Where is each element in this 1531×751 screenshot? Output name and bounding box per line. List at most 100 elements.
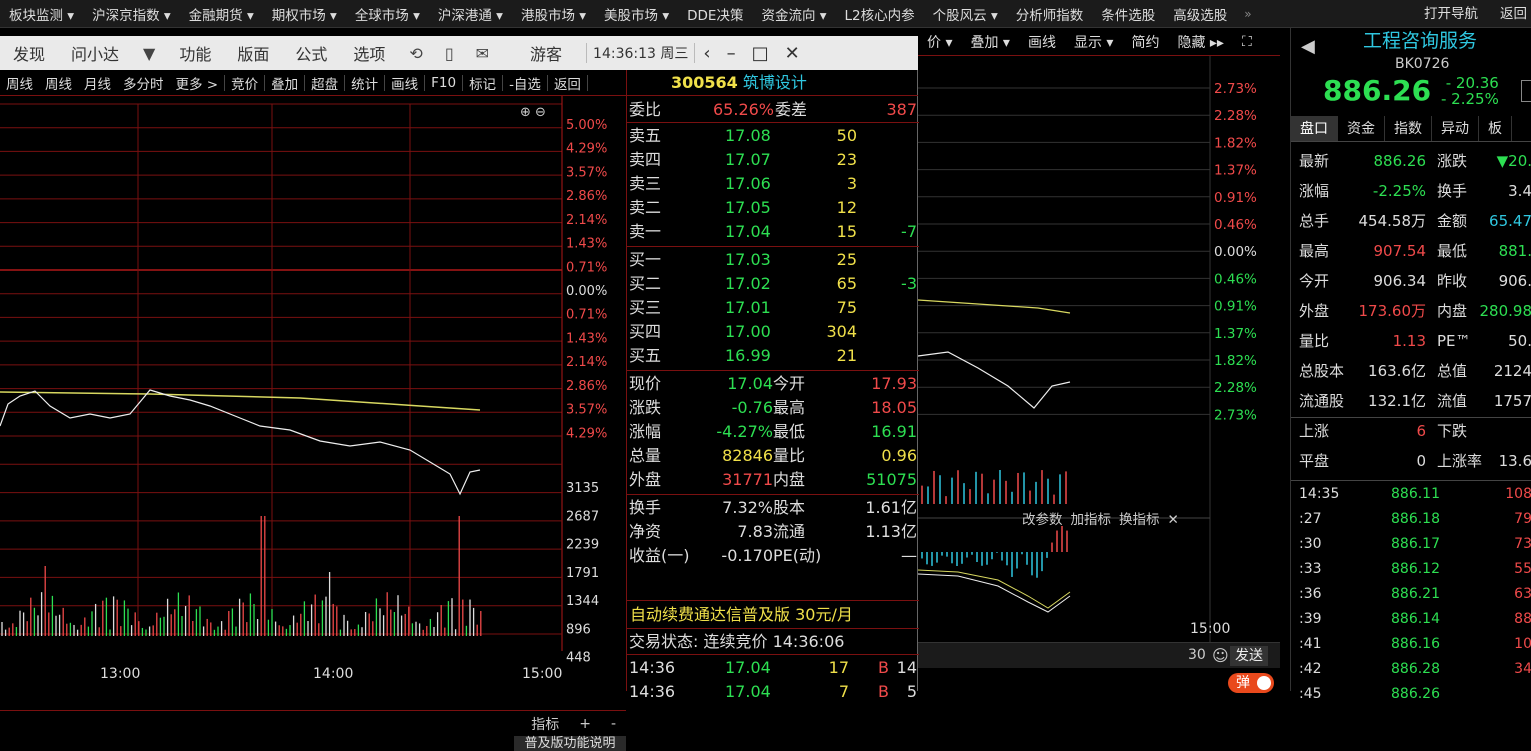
indicator-tab[interactable]: 换指标 xyxy=(1119,512,1160,528)
middle-toolbar-button[interactable]: 显示 ▾ xyxy=(1065,32,1122,52)
topnav-item[interactable]: 沪深港通 ▾ xyxy=(429,4,512,24)
sector-tab[interactable]: 异动 xyxy=(1432,116,1479,141)
stat-label-2: 金额 xyxy=(1437,206,1467,236)
tick-count: 5 xyxy=(907,680,917,704)
toolbar-button[interactable]: 超盘 xyxy=(305,73,344,93)
phone-icon[interactable]: ▯ xyxy=(434,44,465,63)
toolbar-button[interactable]: 统计 xyxy=(345,73,384,93)
close-icon[interactable]: ✕ xyxy=(777,43,808,64)
middle-toolbar-button[interactable]: 画线 xyxy=(1019,32,1065,52)
topnav-item[interactable]: DDE决策 xyxy=(678,4,752,24)
sector-tab[interactable]: 资金 xyxy=(1338,116,1385,141)
stat-label-2: 最低 xyxy=(773,420,805,444)
buy-level-label: 买三 xyxy=(629,296,661,320)
volume-axis-label: 1791 xyxy=(566,566,599,581)
dropdown-triangle-icon[interactable]: ▼ xyxy=(132,44,166,63)
toolbar-button[interactable]: 叠加 xyxy=(265,73,304,93)
popup-toggle-button[interactable]: 弹 xyxy=(1228,673,1274,693)
trade-time: :42 xyxy=(1299,657,1322,682)
open-nav-link[interactable]: 打开导航 xyxy=(1424,6,1478,22)
promo-banner[interactable]: 自动续费通达信普及版 30元/月 xyxy=(627,602,919,628)
toolbar-button[interactable]: 竞价 xyxy=(225,73,264,93)
mid-pct-label: 2.73% xyxy=(1214,407,1257,423)
chart-bottom-button[interactable]: + xyxy=(569,716,601,732)
pct-axis-label: 1.43% xyxy=(566,237,607,252)
stat-label-2: 流值 xyxy=(1437,386,1467,416)
toolbar-button[interactable]: 标记 xyxy=(463,73,502,93)
send-button[interactable]: 发送 xyxy=(1230,646,1268,666)
trade-price: 886.16 xyxy=(1391,632,1440,657)
topnav-item[interactable]: 美股市场 ▾ xyxy=(595,4,678,24)
pct-axis-label: 3.57% xyxy=(566,165,607,180)
toolbar-button[interactable]: 月线 xyxy=(78,73,117,93)
indicator-tab[interactable]: 改参数 xyxy=(1022,512,1063,528)
chart-bottom-button[interactable]: 指标 xyxy=(521,714,569,734)
pct-axis-label: 0.71% xyxy=(566,308,607,323)
trade-price: 886.26 xyxy=(1391,682,1440,707)
trade-price: 886.14 xyxy=(1391,607,1440,632)
indicator-tab[interactable]: 加指标 xyxy=(1071,512,1112,528)
volume-axis-label: 2239 xyxy=(566,538,599,553)
feature-guide-link[interactable]: 普及版功能说明 xyxy=(514,736,626,751)
sector-stat-row: 今开906.34昨收906. xyxy=(1291,266,1531,296)
title-menu-item[interactable]: 选项 xyxy=(340,41,398,65)
stat-label: 换手 xyxy=(629,496,661,520)
top-back-link[interactable]: 打开导航 返回 xyxy=(1424,0,1531,28)
topnav-item[interactable]: 资金流向 ▾ xyxy=(752,4,835,24)
topnav-item[interactable]: 期权市场 ▾ xyxy=(263,4,346,24)
back-arrow-icon[interactable]: ◀ xyxy=(1301,36,1315,57)
topnav-item[interactable]: 高级选股 xyxy=(1164,4,1236,24)
toolbar-button[interactable]: F10 xyxy=(425,75,462,91)
mid-average-line xyxy=(918,300,1070,313)
sector-tab[interactable]: 板 xyxy=(1479,116,1512,141)
topnav-item[interactable]: 全球市场 ▾ xyxy=(346,4,429,24)
topnav-item[interactable]: 沪深京指数 ▾ xyxy=(83,4,180,24)
topnav-item[interactable]: 条件选股 xyxy=(1092,4,1164,24)
middle-toolbar-button[interactable]: 价 ▾ xyxy=(918,32,961,52)
stat-value-2: 280.98 xyxy=(1480,296,1531,326)
topnav-item[interactable]: 个股风云 ▾ xyxy=(924,4,1007,24)
title-menu-item[interactable]: 版面 xyxy=(224,41,282,65)
trade-row: :36886.2163 xyxy=(1291,582,1531,607)
topnav-item[interactable]: 港股市场 ▾ xyxy=(512,4,595,24)
title-menu-item[interactable]: 功能 xyxy=(166,41,224,65)
topnav-item[interactable]: 金融期货 ▾ xyxy=(180,4,263,24)
toolbar-button[interactable]: 周线 xyxy=(39,73,78,93)
stat-label-2: 流通 xyxy=(773,520,805,544)
sector-tab[interactable]: 指数 xyxy=(1385,116,1432,141)
title-menu-item[interactable]: 发现 xyxy=(0,41,58,65)
chart-bottom-button[interactable]: - xyxy=(601,716,626,732)
trade-row: :33886.1255 xyxy=(1291,557,1531,582)
title-menu-item[interactable]: 问小达 xyxy=(58,41,132,65)
toolbar-button[interactable]: 多分时 xyxy=(117,73,170,93)
middle-toolbar-button[interactable]: 叠加 ▾ xyxy=(961,32,1018,52)
prev-icon[interactable]: ‹ xyxy=(695,43,718,64)
topnav-item[interactable]: 分析师指数 xyxy=(1007,4,1093,24)
emoji-icon[interactable]: ☺ xyxy=(1212,646,1229,665)
minimize-icon[interactable]: – xyxy=(719,43,744,64)
sell-volume: 12 xyxy=(837,196,857,220)
more-chevron-icon[interactable]: » xyxy=(1236,7,1259,21)
refresh-icon[interactable]: ⟲ xyxy=(398,44,433,63)
toolbar-button[interactable]: 返回 xyxy=(548,73,587,93)
trade-row: :41886.1610 xyxy=(1291,632,1531,657)
toolbar-button[interactable]: 更多 > xyxy=(170,73,225,93)
topnav-item[interactable]: 板块监测 ▾ xyxy=(0,4,83,24)
title-menu-item[interactable]: 公式 xyxy=(282,41,340,65)
toolbar-button[interactable]: 周线 xyxy=(0,73,39,93)
middle-toolbar-button[interactable]: 隐藏 ▸▸ xyxy=(1168,32,1233,52)
maximize-icon[interactable]: □ xyxy=(744,43,777,64)
indicator-tab[interactable]: ✕ xyxy=(1168,512,1179,528)
middle-toolbar-button[interactable]: ⛶ xyxy=(1233,34,1261,50)
middle-toolbar-button[interactable]: 简约 xyxy=(1122,32,1168,52)
expand-icon[interactable] xyxy=(1521,80,1531,102)
toolbar-button[interactable]: 画线 xyxy=(385,73,424,93)
back-link[interactable]: 返回 xyxy=(1500,6,1527,22)
toolbar-button[interactable]: -自选 xyxy=(503,73,547,93)
stat-row: 总量82846量比0.96 xyxy=(627,444,919,468)
stat-label: 现价 xyxy=(629,372,661,396)
mail-icon[interactable]: ✉ xyxy=(465,44,500,63)
volume-axis-label: 3135 xyxy=(566,481,599,496)
topnav-item[interactable]: L2核心内参 xyxy=(836,4,924,24)
sector-tab[interactable]: 盘口 xyxy=(1291,116,1338,141)
